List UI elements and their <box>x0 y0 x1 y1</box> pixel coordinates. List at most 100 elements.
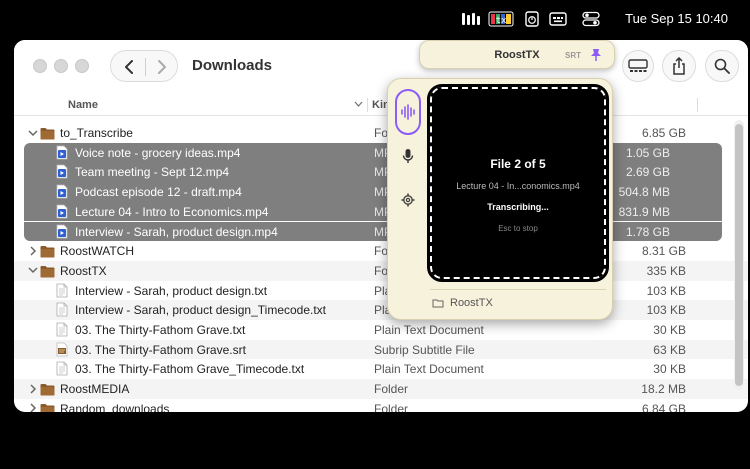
list-item[interactable]: Random_downloads Folder 6.84 GB <box>14 399 748 412</box>
file-size: 103 KB <box>646 303 686 318</box>
microphone-icon <box>402 149 414 163</box>
gallery-view-icon <box>628 59 648 72</box>
file-name: Interview - Sarah, product design.txt <box>75 283 268 298</box>
list-item[interactable]: to_Transcribe Fol 6.85 GB <box>14 123 748 143</box>
close-button[interactable] <box>33 59 47 73</box>
vertical-scrollbar[interactable] <box>734 120 744 390</box>
transcription-drop-zone[interactable]: File 2 of 5 Lecture 04 - In...conomics.m… <box>427 84 609 282</box>
list-item[interactable]: Interview - Sarah, product design.txtPla… <box>14 281 748 301</box>
list-item[interactable]: 03. The Thirty-Fathom Grave.txt Plain Tex… <box>14 320 748 340</box>
file-name: Lecture 04 - Intro to Economics.mp4 <box>75 204 269 219</box>
file-name: to_Transcribe <box>60 126 133 140</box>
list-item[interactable]: Lecture 04 - Intro to Economics.mp4 MP 831… <box>24 201 722 222</box>
search-icon <box>714 58 730 74</box>
output-folder[interactable]: RoostTX <box>432 297 493 309</box>
file-name: RoostMEDIA <box>60 382 130 397</box>
control-center-icon[interactable] <box>582 11 600 27</box>
file-counter: File 2 of 5 <box>490 157 546 171</box>
folder-icon <box>40 125 55 140</box>
forward-button[interactable] <box>151 57 173 77</box>
srt-toggle[interactable]: SRT <box>565 51 581 60</box>
video-file-icon <box>56 184 70 199</box>
sort-chevron-icon[interactable] <box>354 101 363 108</box>
file-name: Random_downloads <box>60 401 170 412</box>
video-file-icon <box>56 204 70 219</box>
file-name: Team meeting - Sept 12.mp4 <box>75 165 230 180</box>
menu-clock[interactable]: Tue Sep 15 10:40 <box>625 11 728 26</box>
roosttx-panel: File 2 of 5 Lecture 04 - In...conomics.m… <box>387 78 613 320</box>
file-name: RoostTX <box>60 263 107 278</box>
list-item[interactable]: 03. The Thirty-Fathom Grave.srt Subrip Su… <box>14 339 748 360</box>
video-file-icon <box>56 145 70 160</box>
list-item[interactable]: RoostMEDIA Folder 18.2 MB <box>14 379 748 399</box>
roost-menu-icon[interactable] <box>461 11 481 27</box>
finder-toolbar: Downloads <box>14 40 748 94</box>
gear-icon <box>401 193 415 207</box>
file-kind: Plain Text Document <box>374 323 484 337</box>
list-item[interactable]: Team meeting - Sept 12.mp4 MP 2.69 GB <box>24 162 722 183</box>
folder-icon <box>40 243 55 258</box>
timer-icon[interactable] <box>524 11 540 27</box>
settings-button[interactable] <box>395 187 421 213</box>
chevron-right-icon[interactable] <box>27 383 38 394</box>
output-folder-label: RoostTX <box>450 297 493 309</box>
folder-icon <box>40 401 55 412</box>
zoom-button[interactable] <box>75 59 89 73</box>
file-name: 03. The Thirty-Fathom Grave.srt <box>75 342 246 357</box>
file-size: 831.9 MB <box>618 204 670 219</box>
file-size: 2.69 GB <box>625 165 670 180</box>
list-item[interactable]: Podcast episode 12 - draft.mp4 MP 504.8 MB <box>24 182 722 202</box>
pin-icon <box>591 49 601 61</box>
list-item[interactable]: RoostWATCHFolder8.31 GB <box>14 241 748 261</box>
list-item[interactable]: Interview - Sarah, product design.mp4MPE… <box>24 221 722 242</box>
roosttx-sidebar <box>390 81 424 317</box>
share-button[interactable] <box>662 50 696 82</box>
chevron-right-icon[interactable] <box>27 403 38 412</box>
waveform-mode-button[interactable] <box>395 89 421 135</box>
column-header: Name Kin <box>14 94 748 116</box>
file-size: 6.85 GB <box>641 126 686 140</box>
finder-window: Downloads Name Kin to_Transcribe Fol 6.85 … <box>14 40 748 412</box>
list-item[interactable]: RoostTXFolder335 KB <box>14 260 748 281</box>
menu-bar: tx Tue Sep 15 10:40 <box>0 0 750 38</box>
pin-button[interactable] <box>590 48 602 67</box>
column-name-header[interactable]: Name <box>68 99 98 111</box>
roosttx-title: RoostTX <box>494 49 540 61</box>
chevron-down-icon[interactable] <box>27 265 38 276</box>
roosttx-header[interactable]: RoostTX SRT <box>419 40 615 69</box>
folder-icon <box>40 381 55 396</box>
file-kind: Folder <box>374 401 409 412</box>
file-name: 03. The Thirty-Fathom Grave_Timecode.txt <box>75 362 305 377</box>
video-file-icon <box>56 224 70 239</box>
chevron-left-icon <box>125 60 133 74</box>
scrollbar-thumb[interactable] <box>735 124 743 386</box>
view-options-button[interactable] <box>622 50 654 82</box>
file-size: 63 KB <box>653 342 686 357</box>
chevron-right-icon[interactable] <box>27 245 38 256</box>
file-size: 335 KB <box>646 263 686 278</box>
video-file-icon <box>56 164 70 179</box>
list-item[interactable]: Interview - Sarah, product design_Timeco… <box>14 300 748 320</box>
back-button[interactable] <box>118 57 140 77</box>
waveform-icon <box>401 104 415 120</box>
file-kind: Subrip Subtitle File <box>374 342 475 357</box>
file-name: Podcast episode 12 - draft.mp4 <box>75 185 242 200</box>
file-kind: Plain Text Document <box>374 362 484 377</box>
window-title: Downloads <box>192 57 273 74</box>
file-size: 30 KB <box>653 362 686 377</box>
keyboard-icon[interactable] <box>549 11 567 27</box>
folder-icon <box>432 299 444 308</box>
esc-hint: Esc to stop <box>498 224 538 233</box>
list-item[interactable]: Voice note - grocery ideas.mp4 MP 1.05 GB <box>24 142 722 163</box>
list-item[interactable]: 03. The Thirty-Fathom Grave_Timecode.txt… <box>14 359 748 379</box>
file-size: 6.84 GB <box>641 401 686 412</box>
transcript-app-icon[interactable]: tx <box>488 11 514 27</box>
transcribing-status: Transcribing... <box>487 202 549 212</box>
chevron-down-icon[interactable] <box>27 127 38 138</box>
navigation-control <box>110 50 178 82</box>
file-name: Interview - Sarah, product design.mp4 <box>75 224 278 239</box>
minimize-button[interactable] <box>54 59 68 73</box>
microphone-button[interactable] <box>395 143 421 169</box>
search-button[interactable] <box>705 50 739 82</box>
current-filename: Lecture 04 - In...conomics.mp4 <box>456 181 580 191</box>
